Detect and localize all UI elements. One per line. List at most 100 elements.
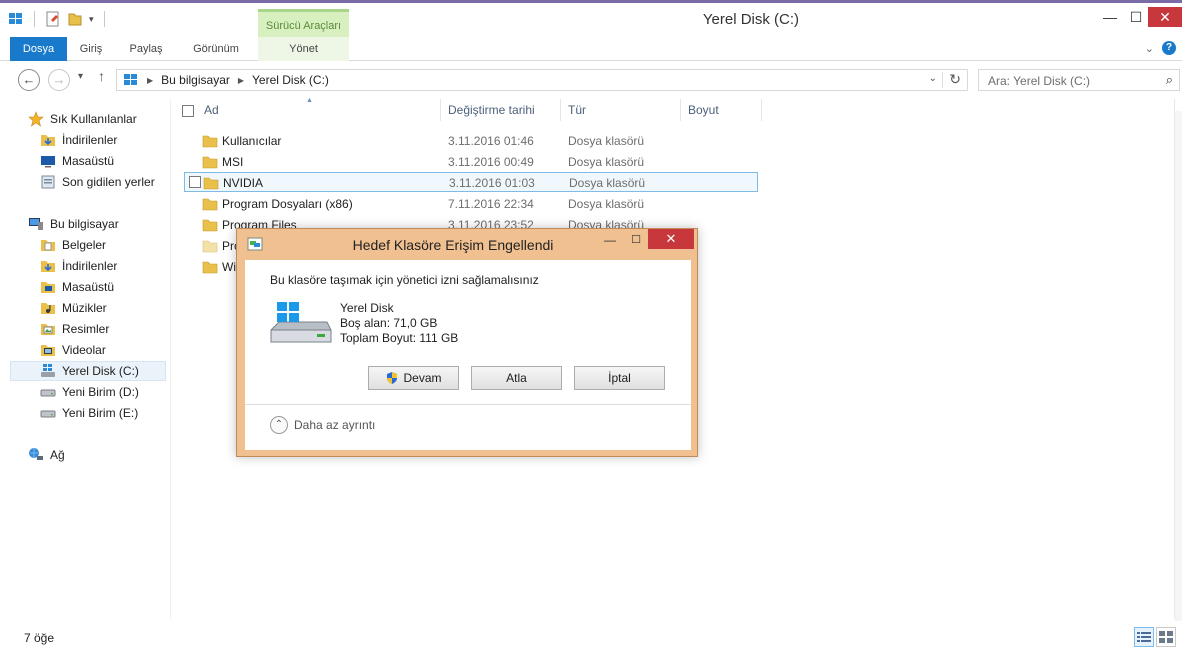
- nav-item-documents[interactable]: Belgeler: [40, 235, 196, 255]
- continue-label: Devam: [403, 371, 442, 385]
- nav-item-desktop-fav[interactable]: Masaüstü: [40, 151, 196, 171]
- dialog-close-button[interactable]: ✕: [648, 229, 694, 249]
- nav-item-label: Masaüstü: [62, 154, 115, 168]
- table-row[interactable]: Kullanıcılar 3.11.2016 01:46 Dosya klasö…: [184, 131, 758, 151]
- nav-item-label: Resimler: [62, 322, 110, 336]
- table-row[interactable]: MSI 3.11.2016 00:49 Dosya klasörü: [184, 152, 758, 172]
- drive-total-size: Toplam Boyut: 111 GB: [340, 331, 459, 345]
- dialog-message: Bu klasöre taşımak için yönetici izni sa…: [270, 273, 539, 287]
- tab-share[interactable]: Paylaş: [118, 37, 174, 61]
- uac-shield-icon: [387, 372, 398, 384]
- dialog-maximize-button[interactable]: ☐: [625, 233, 647, 251]
- refresh-icon[interactable]: ↻: [949, 71, 961, 88]
- nav-item-desktop[interactable]: Masaüstü: [40, 277, 196, 297]
- dialog-minimize-button[interactable]: —: [599, 233, 621, 251]
- dialog-title-bar[interactable]: Hedef Klasöre Erişim Engellendi — ☐ ✕: [237, 229, 699, 259]
- address-bar[interactable]: ▶ Bu bilgisayar ▶ Yerel Disk (C:) ⌄ ↻: [116, 69, 968, 91]
- select-all-checkbox[interactable]: [182, 105, 194, 117]
- folder-icon: [203, 177, 219, 190]
- access-denied-dialog: Hedef Klasöre Erişim Engellendi — ☐ ✕ Bu…: [236, 228, 698, 457]
- nav-item-local-disk-c[interactable]: Yerel Disk (C:): [10, 361, 166, 381]
- fewer-details-toggle[interactable]: ⌃ Daha az ayrıntı: [270, 416, 375, 434]
- column-header-size[interactable]: Boyut: [688, 103, 719, 117]
- downloads-icon: [41, 261, 55, 272]
- table-row[interactable]: Program Dosyaları (x86) 7.11.2016 22:34 …: [184, 194, 758, 214]
- desktop-folder-icon: [41, 282, 55, 293]
- drive-icon: [40, 410, 56, 418]
- tab-manage[interactable]: Yönet: [258, 37, 349, 61]
- recent-locations-icon[interactable]: ▾: [78, 71, 83, 82]
- close-button[interactable]: ✕: [1148, 7, 1182, 27]
- forward-button[interactable]: →: [48, 69, 70, 91]
- back-button[interactable]: ←: [18, 69, 40, 91]
- address-divider: [942, 72, 943, 88]
- view-switcher: [1134, 627, 1176, 647]
- column-header-name[interactable]: Ad: [204, 103, 219, 117]
- breadcrumb-local-disk[interactable]: Yerel Disk (C:): [252, 73, 329, 87]
- minimize-button[interactable]: —: [1096, 7, 1124, 29]
- skip-button[interactable]: Atla: [471, 366, 562, 390]
- breadcrumb-separator-icon[interactable]: ▶: [238, 76, 244, 85]
- explorer-window: ▾ Sürücü Araçları Yerel Disk (C:) — ☐ ✕ …: [0, 0, 1182, 652]
- item-count: 7 öğe: [24, 631, 55, 645]
- breadcrumb-this-pc[interactable]: Bu bilgisayar: [161, 73, 230, 87]
- nav-network[interactable]: Ağ: [28, 445, 184, 465]
- details-view-button[interactable]: [1134, 627, 1154, 647]
- table-row[interactable]: NVIDIA 3.11.2016 01:03 Dosya klasörü: [184, 172, 758, 192]
- maximize-button[interactable]: ☐: [1122, 7, 1150, 29]
- this-pc-icon: [29, 218, 43, 230]
- drive-free-space: Boş alan: 71,0 GB: [340, 316, 438, 330]
- vertical-scrollbar[interactable]: [1174, 99, 1182, 621]
- tab-home[interactable]: Giriş: [70, 37, 112, 61]
- large-icons-view-button[interactable]: [1156, 627, 1176, 647]
- help-icon[interactable]: ?: [1162, 41, 1176, 55]
- file-name: NVIDIA: [223, 176, 264, 190]
- file-name: Kullanıcılar: [222, 134, 282, 148]
- file-name: Wi: [222, 260, 236, 274]
- nav-item-recent-places[interactable]: Son gidilen yerler: [40, 172, 196, 192]
- scrollbar-track[interactable]: [1175, 111, 1182, 621]
- drive-icon: [40, 389, 56, 397]
- nav-favorites[interactable]: Sık Kullanılanlar: [28, 109, 184, 129]
- nav-this-pc[interactable]: Bu bilgisayar: [28, 214, 184, 234]
- pane-divider[interactable]: [170, 99, 171, 619]
- chevron-up-icon: ⌃: [270, 416, 288, 434]
- address-dropdown-icon[interactable]: ⌄: [929, 73, 937, 84]
- nav-item-new-volume-e[interactable]: Yeni Birim (E:): [40, 403, 196, 423]
- up-arrow-icon[interactable]: ↑: [98, 68, 105, 84]
- title-bar: ▾ Sürücü Araçları Yerel Disk (C:) — ☐ ✕: [0, 3, 1182, 37]
- file-name: MSI: [222, 155, 244, 169]
- column-header-modified[interactable]: Değiştirme tarihi: [448, 103, 535, 117]
- nav-item-downloads-fav[interactable]: İndirilenler: [40, 130, 196, 150]
- windows-drive-icon: [270, 302, 332, 343]
- cancel-button[interactable]: İptal: [574, 366, 665, 390]
- column-header-type[interactable]: Tür: [568, 103, 586, 117]
- continue-button[interactable]: Devam: [368, 366, 459, 390]
- ribbon-expand-icon[interactable]: ⌄: [1145, 42, 1154, 55]
- search-box[interactable]: Ara: Yerel Disk (C:) ⌕: [978, 69, 1180, 91]
- column-divider[interactable]: [440, 99, 441, 121]
- tab-file[interactable]: Dosya: [10, 37, 67, 61]
- column-divider[interactable]: [761, 99, 762, 121]
- search-icon[interactable]: ⌕: [1166, 72, 1173, 88]
- breadcrumb-separator-icon[interactable]: ▶: [147, 76, 153, 85]
- fewer-details-label: Daha az ayrıntı: [294, 418, 376, 432]
- folder-icon: [202, 135, 218, 148]
- pictures-icon: [41, 324, 55, 335]
- nav-item-pictures[interactable]: Resimler: [40, 319, 196, 339]
- tab-view[interactable]: Görünüm: [180, 37, 252, 61]
- column-divider[interactable]: [680, 99, 681, 121]
- music-icon: [41, 303, 55, 314]
- documents-icon: [41, 240, 55, 251]
- nav-item-new-volume-d[interactable]: Yeni Birim (D:): [40, 382, 196, 402]
- nav-item-label: Yerel Disk (C:): [62, 364, 139, 378]
- nav-item-label: Müzikler: [62, 301, 107, 315]
- nav-item-videos[interactable]: Videolar: [40, 340, 196, 360]
- column-divider[interactable]: [560, 99, 561, 121]
- nav-item-music[interactable]: Müzikler: [40, 298, 196, 318]
- row-checkbox[interactable]: [189, 176, 201, 188]
- nav-item-label: İndirilenler: [62, 133, 118, 147]
- navigation-bar: ← → ▾ ↑ ▶ Bu bilgisayar ▶ Yerel Disk (C:…: [0, 65, 1182, 95]
- details-view-icon: [1137, 632, 1151, 642]
- nav-item-downloads[interactable]: İndirilenler: [40, 256, 196, 276]
